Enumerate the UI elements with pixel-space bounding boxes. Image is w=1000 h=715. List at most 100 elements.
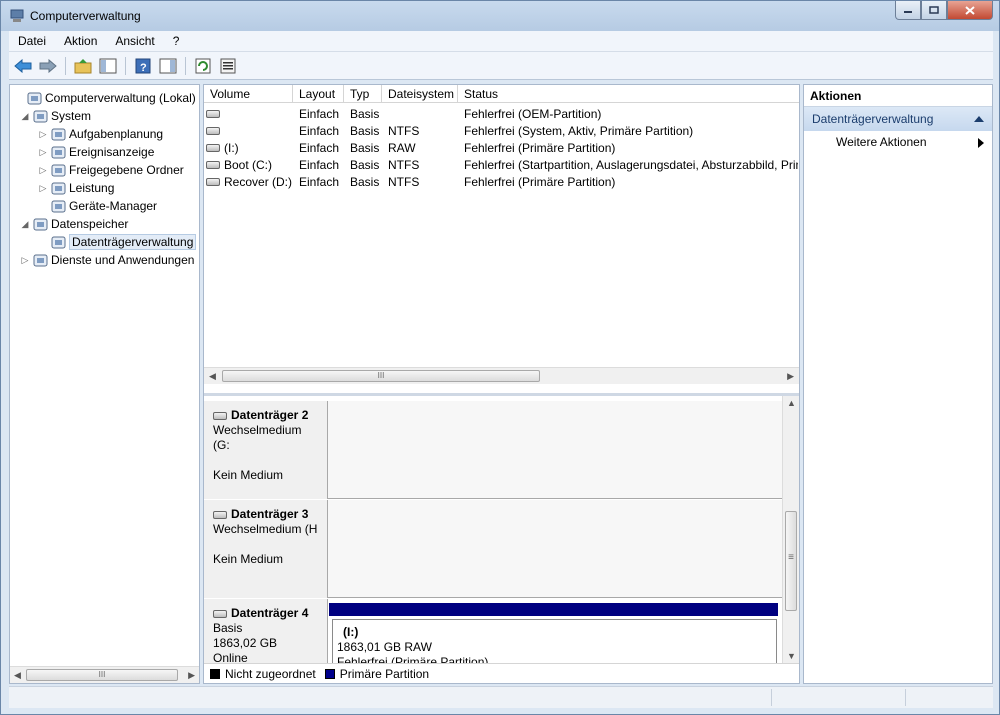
volume-layout-cell: Einfach xyxy=(299,140,340,155)
scroll-thumb[interactable]: ≡ xyxy=(785,511,797,611)
volume-layout-cell: Einfach xyxy=(299,106,340,121)
caption-buttons xyxy=(895,1,993,20)
tree-hscrollbar[interactable]: ◀ III ▶ xyxy=(10,666,199,683)
scroll-left-arrow[interactable]: ◀ xyxy=(14,670,21,681)
column-header-typ[interactable]: Typ xyxy=(344,85,382,102)
tree-item[interactable]: Datenträgerverwaltung xyxy=(38,233,197,251)
close-button[interactable] xyxy=(947,1,993,20)
volume-typ-cell: Basis xyxy=(350,106,380,121)
volume-cell xyxy=(204,107,293,121)
partition-block[interactable]: (I:) 1863,01 GB RAW Fehlerfrei (Primäre … xyxy=(332,619,777,663)
tree-item[interactable]: Computerverwaltung (Lokal) xyxy=(14,89,196,107)
show-hide-tree-button[interactable] xyxy=(97,55,119,77)
expander-icon[interactable]: ▷ xyxy=(38,183,48,194)
volume-row[interactable]: (I:) Einfach Basis RAW Fehlerfrei (Primäre P… xyxy=(204,139,799,156)
volume-list-hscrollbar[interactable]: ◀ III ▶ xyxy=(204,367,799,384)
action-pane-icon xyxy=(159,58,177,73)
volume-row[interactable]: Einfach Basis NTFS Fehlerfrei (System, Akti… xyxy=(204,122,799,139)
volume-cell: Recover (D:) xyxy=(204,175,293,189)
console-tree: Computerverwaltung (Lokal) ◢ System ▷ Aufgab… xyxy=(9,84,200,684)
volume-row[interactable]: Recover (D:) Einfach Basis NTFS Fehlerfrei (… xyxy=(204,173,799,190)
tree-item[interactable]: ▷ Dienste und Anwendungen xyxy=(20,251,195,269)
scroll-right-arrow[interactable]: ▶ xyxy=(787,371,794,382)
maximize-button[interactable] xyxy=(921,1,947,20)
console-tree-icon xyxy=(99,58,117,73)
more-actions-item[interactable]: Weitere Aktionen xyxy=(804,131,992,153)
up-button[interactable] xyxy=(72,55,94,77)
tree-item[interactable]: Geräte-Manager xyxy=(38,197,157,215)
help-button[interactable]: ? xyxy=(132,55,154,77)
refresh-button[interactable] xyxy=(192,55,214,77)
back-arrow-icon xyxy=(14,58,32,73)
volume-list-header: Volume Layout Typ Dateisystem Status xyxy=(204,85,799,103)
forward-arrow-icon xyxy=(39,58,57,73)
column-header-dateisystem[interactable]: Dateisystem xyxy=(382,85,458,102)
expander-icon[interactable]: ▷ xyxy=(20,255,30,266)
tree-item[interactable]: ▷ Aufgabenplanung xyxy=(38,125,164,143)
toolbar: ? xyxy=(9,52,993,80)
expander-icon[interactable]: ▷ xyxy=(38,129,48,140)
volume-name: Recover (D:) xyxy=(224,174,293,189)
scroll-up-arrow[interactable]: ▲ xyxy=(787,398,796,408)
disk-4[interactable]: Datenträger 4 Basis 1863,02 GB Online (I… xyxy=(204,599,782,663)
volume-drive-icon xyxy=(206,110,220,119)
menu-datei[interactable]: Datei xyxy=(9,34,55,48)
tree-item-label: Computerverwaltung (Lokal) xyxy=(45,91,196,105)
tree-item[interactable]: ◢ Datenspeicher xyxy=(20,215,129,233)
disk-area[interactable] xyxy=(328,401,782,499)
forward-button[interactable] xyxy=(37,55,59,77)
disk-status: Online xyxy=(213,651,248,663)
scroll-thumb[interactable]: III xyxy=(26,669,178,681)
expander-icon[interactable]: ▷ xyxy=(38,147,48,158)
expander-icon[interactable]: ◢ xyxy=(20,111,30,122)
disk-2[interactable]: Datenträger 2 Wechselmedium (G: Kein Med… xyxy=(204,401,782,499)
legend-swatch-primary xyxy=(324,668,335,679)
back-button[interactable] xyxy=(12,55,34,77)
tree-item-label: Aufgabenplanung xyxy=(69,127,164,141)
toolbar-separator xyxy=(65,56,66,75)
computer-management-icon xyxy=(10,9,24,22)
svg-text:?: ? xyxy=(140,62,147,74)
menu-aktion[interactable]: Aktion xyxy=(55,34,106,48)
disk-area: (I:) 1863,01 GB RAW Fehlerfrei (Primäre … xyxy=(328,599,782,663)
scroll-down-arrow[interactable]: ▼ xyxy=(787,651,796,661)
actions-section-disk-management[interactable]: Datenträgerverwaltung xyxy=(804,107,992,131)
tree-item-label: Datenspeicher xyxy=(51,217,129,231)
tree-item[interactable]: ▷ Freigegebene Ordner xyxy=(38,161,184,179)
expander-icon[interactable]: ◢ xyxy=(20,219,30,230)
scroll-right-arrow[interactable]: ▶ xyxy=(188,670,195,681)
volume-row[interactable]: Boot (C:) Einfach Basis NTFS Fehlerfrei (Sta… xyxy=(204,156,799,173)
tree-item[interactable]: ▷ Ereignisanzeige xyxy=(38,143,155,161)
disk-capacity: 1863,02 GB xyxy=(213,636,278,650)
title-bar: Computerverwaltung xyxy=(1,1,999,31)
column-header-layout[interactable]: Layout xyxy=(293,85,344,102)
volume-typ-cell: Basis xyxy=(350,140,380,155)
disk-capacity xyxy=(213,453,318,468)
volume-layout-cell: Einfach xyxy=(299,157,340,172)
scroll-left-arrow[interactable]: ◀ xyxy=(209,371,216,382)
column-header-volume[interactable]: Volume xyxy=(204,85,293,102)
window-title: Computerverwaltung xyxy=(30,9,141,23)
expander-icon[interactable]: ▷ xyxy=(38,165,48,176)
menu-help[interactable]: ? xyxy=(164,34,189,48)
properties-button[interactable] xyxy=(217,55,239,77)
menu-ansicht[interactable]: Ansicht xyxy=(106,34,163,48)
window: Computerverwaltung Datei Aktion Ansicht … xyxy=(0,0,1000,715)
tree-item[interactable]: ◢ System xyxy=(20,107,91,125)
show-hide-action-pane-button[interactable] xyxy=(157,55,179,77)
legend-swatch-unallocated xyxy=(210,668,220,679)
tree-item[interactable]: ▷ Leistung xyxy=(38,179,115,197)
volume-name: (I:) xyxy=(224,140,239,155)
disk-map-vscrollbar[interactable]: ▲ ≡ ▼ xyxy=(782,396,799,666)
disk-area[interactable] xyxy=(328,500,782,598)
legend: Nicht zugeordnet Primäre Partition xyxy=(204,663,799,683)
scroll-thumb[interactable]: III xyxy=(222,370,540,382)
column-header-status[interactable]: Status xyxy=(458,85,798,102)
properties-icon xyxy=(220,58,236,73)
disk-3[interactable]: Datenträger 3 Wechselmedium (H Kein Medi… xyxy=(204,500,782,598)
actions-pane: Aktionen Datenträgerverwaltung Weitere A… xyxy=(803,84,993,684)
volume-row[interactable]: Einfach Basis Fehlerfrei (OEM-Partition) xyxy=(204,105,799,122)
folder-up-icon xyxy=(74,58,92,73)
minimize-button[interactable] xyxy=(895,1,921,20)
disk-status: Kein Medium xyxy=(213,468,284,482)
